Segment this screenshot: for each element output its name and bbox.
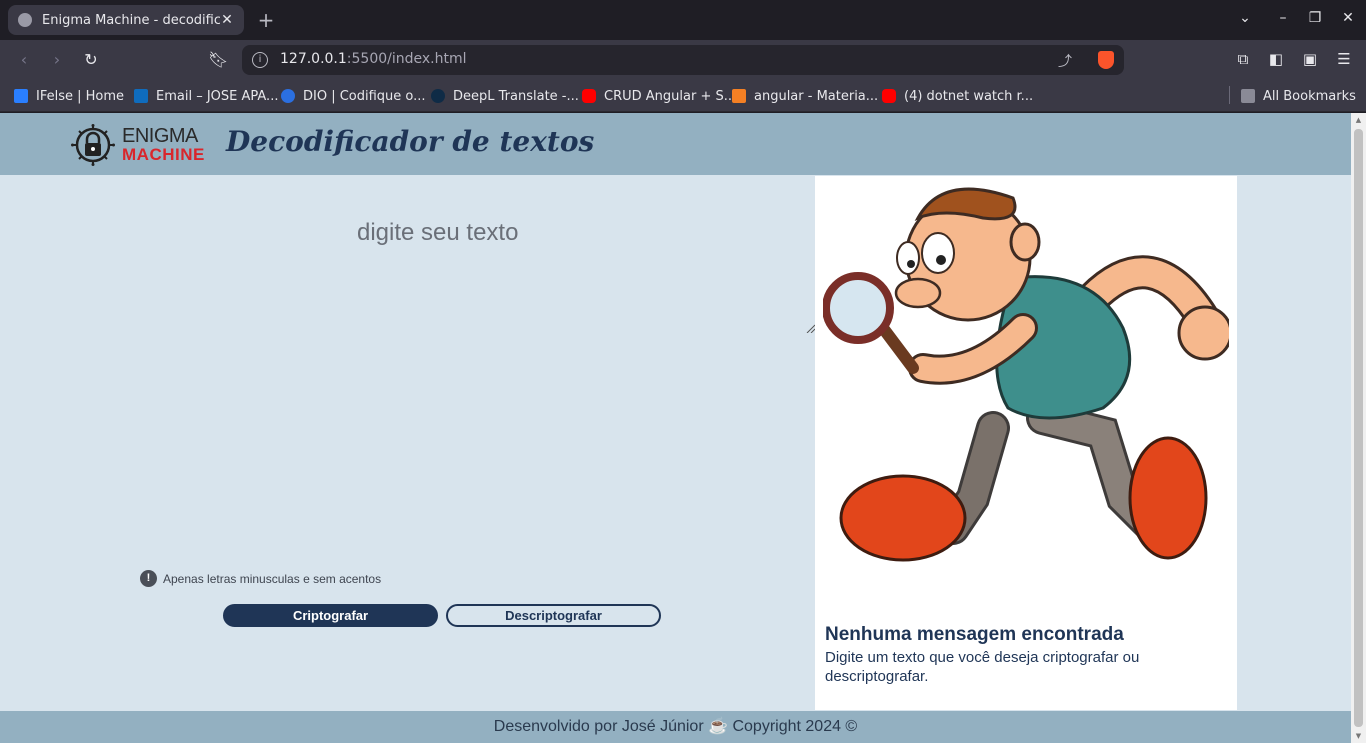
page-header: ENIGMA MACHINE Decodificador de textos xyxy=(0,113,1351,175)
browser-tab-strip: Enigma Machine - decodificador ✕ + ⌄ – ❐… xyxy=(0,0,1366,40)
page-footer: Desenvolvido por José Júnior ☕ Copyright… xyxy=(0,711,1351,743)
sidebar-icon[interactable]: ◧ xyxy=(1265,50,1287,68)
forward-icon[interactable]: › xyxy=(47,50,67,70)
outlook-icon xyxy=(134,89,148,103)
output-message: Digite um texto que você deseja criptogr… xyxy=(825,649,1140,685)
input-hint: ! Apenas letras minusculas e sem acentos xyxy=(140,570,381,587)
tab-search-icon[interactable]: ⌄ xyxy=(1235,10,1255,26)
bookmark-label: Email – JOSE APA... xyxy=(156,88,279,104)
stackoverflow-icon xyxy=(732,89,746,103)
logo-text-machine: MACHINE xyxy=(122,145,205,164)
minimize-icon[interactable]: – xyxy=(1273,10,1293,26)
wallet-icon[interactable]: ▣ xyxy=(1299,50,1321,68)
bookmark-label: CRUD Angular + S... xyxy=(604,88,737,104)
bookmark-label: DIO | Codifique o... xyxy=(303,88,426,104)
youtube-icon xyxy=(582,89,596,103)
bookmark-label: angular - Materia... xyxy=(754,88,879,104)
bookmark-item[interactable]: IFelse | Home xyxy=(14,86,124,106)
deepl-icon xyxy=(431,89,445,103)
dio-icon xyxy=(281,89,295,103)
bookmark-item[interactable]: (4) dotnet watch r... xyxy=(882,86,1033,106)
url-path: :5500/index.html xyxy=(346,51,467,67)
url-text[interactable]: 127.0.0.1:5500/index.html xyxy=(280,51,467,67)
folder-icon xyxy=(1241,89,1255,103)
bookmark-item[interactable]: Email – JOSE APA... xyxy=(134,86,278,106)
output-panel: Nenhuma mensagem encontrada Digite um te… xyxy=(815,176,1237,710)
enigma-logo[interactable]: ENIGMA MACHINE xyxy=(70,121,204,167)
bookmark-label: (4) dotnet watch r... xyxy=(904,88,1034,104)
menu-icon[interactable]: ☰ xyxy=(1333,50,1355,68)
bookmark-label: DeepL Translate -... xyxy=(453,88,579,104)
page-title: Decodificador de textos xyxy=(226,125,595,158)
tab-title: Enigma Machine - decodificador xyxy=(42,12,220,28)
page-viewport: ENIGMA MACHINE Decodificador de textos d… xyxy=(0,113,1351,743)
ifelse-icon xyxy=(14,89,28,103)
page-scrollbar[interactable]: ▲ ▼ xyxy=(1351,113,1366,743)
url-host: 127.0.0.1 xyxy=(280,51,347,67)
scrollbar-thumb[interactable] xyxy=(1354,129,1363,727)
encrypt-button[interactable]: Criptografar xyxy=(223,604,438,627)
scroll-down-icon[interactable]: ▼ xyxy=(1354,732,1363,740)
bookmarks-divider xyxy=(1229,86,1230,104)
back-icon[interactable]: ‹ xyxy=(14,50,34,70)
padlock-logo-icon xyxy=(71,124,115,166)
close-tab-icon[interactable]: ✕ xyxy=(220,12,234,28)
site-info-icon[interactable]: i xyxy=(252,52,268,68)
text-input[interactable] xyxy=(0,175,815,445)
bookmark-item[interactable]: CRUD Angular + S... xyxy=(582,86,736,106)
new-tab-button[interactable]: + xyxy=(256,8,276,32)
share-icon[interactable]: ⤴ xyxy=(1058,51,1072,71)
extensions-icon[interactable]: ⧉ xyxy=(1232,50,1254,68)
bookmark-item[interactable]: DIO | Codifique o... xyxy=(281,86,426,106)
output-title: Nenhuma mensagem encontrada xyxy=(825,624,1124,645)
youtube-icon xyxy=(882,89,896,103)
maximize-icon[interactable]: ❐ xyxy=(1305,10,1325,26)
address-bar[interactable]: i 127.0.0.1:5500/index.html ⤴ xyxy=(242,45,1124,75)
resize-handle-icon[interactable] xyxy=(805,323,815,333)
all-bookmarks-label: All Bookmarks xyxy=(1263,88,1356,104)
reload-icon[interactable]: ↻ xyxy=(81,50,101,70)
exclamation-icon: ! xyxy=(140,570,157,587)
globe-icon xyxy=(18,13,32,27)
detective-illustration xyxy=(823,187,1229,562)
scroll-up-icon[interactable]: ▲ xyxy=(1354,116,1363,124)
decrypt-button[interactable]: Descriptografar xyxy=(446,604,661,627)
hint-text: Apenas letras minusculas e sem acentos xyxy=(163,571,382,586)
bookmark-item[interactable]: angular - Materia... xyxy=(732,86,878,106)
bookmarks-bar: IFelse | Home Email – JOSE APA... DIO | … xyxy=(0,80,1366,112)
brave-shields-icon[interactable] xyxy=(1098,51,1114,69)
close-window-icon[interactable]: ✕ xyxy=(1338,10,1358,26)
bookmark-item[interactable]: DeepL Translate -... xyxy=(431,86,579,106)
all-bookmarks-button[interactable]: All Bookmarks xyxy=(1241,86,1356,106)
bookmark-icon[interactable]: 🔖︎ xyxy=(208,50,228,70)
text-input-placeholder: digite seu texto xyxy=(357,219,519,246)
browser-tab[interactable]: Enigma Machine - decodificador ✕ xyxy=(8,5,244,35)
bookmark-label: IFelse | Home xyxy=(36,88,125,104)
